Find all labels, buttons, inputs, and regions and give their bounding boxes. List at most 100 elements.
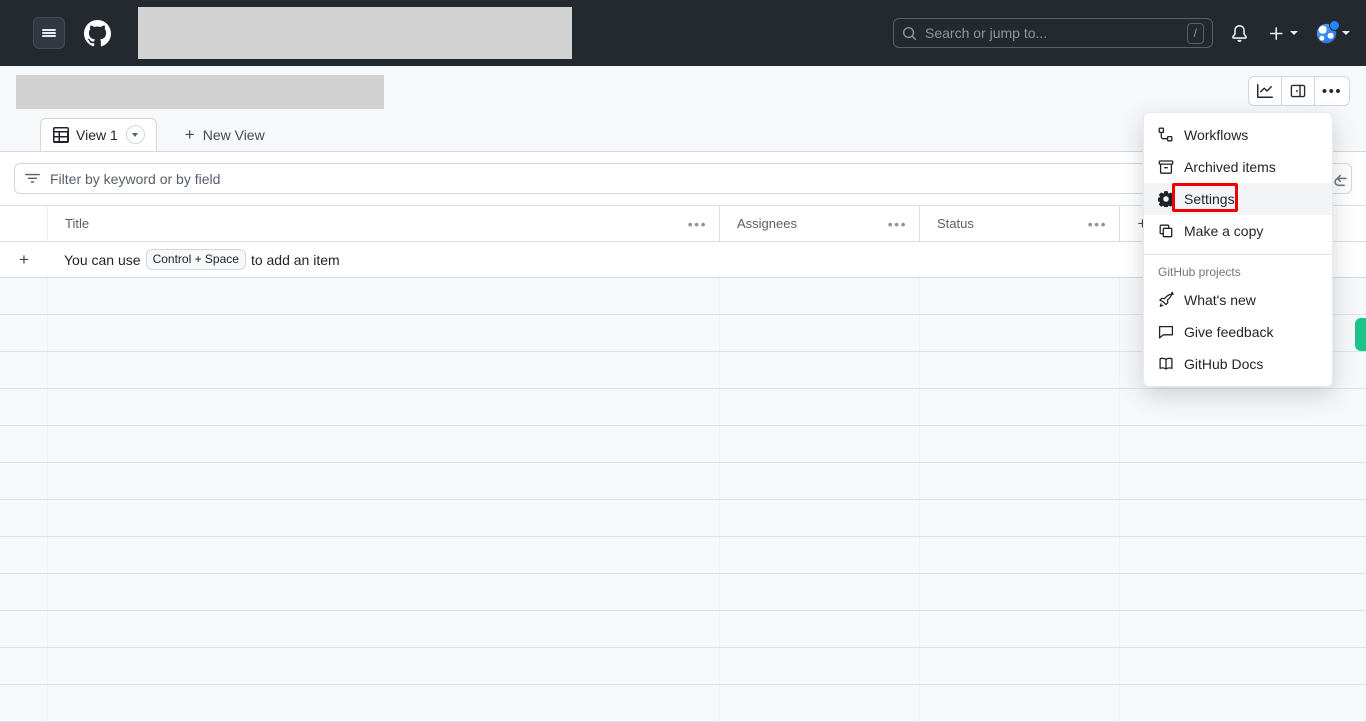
insights-button[interactable]	[1249, 77, 1282, 105]
tab-options-button[interactable]	[125, 125, 145, 144]
tab-view-1[interactable]: View 1	[40, 118, 157, 151]
search-input[interactable]: Search or jump to... /	[893, 18, 1213, 48]
row-gutter	[0, 574, 48, 610]
row-gutter	[0, 611, 48, 647]
menu-item-archived-items[interactable]: Archived items	[1144, 151, 1332, 183]
add-item-plus-icon[interactable]: +	[0, 250, 48, 270]
cell-title[interactable]	[48, 426, 720, 462]
cell-assignees[interactable]	[720, 278, 920, 314]
new-view-button[interactable]: + New View	[171, 118, 279, 151]
cell-status[interactable]	[920, 315, 1120, 351]
cell-status[interactable]	[920, 463, 1120, 499]
cell-status[interactable]	[920, 352, 1120, 388]
cell-status[interactable]	[920, 611, 1120, 647]
table-row[interactable]	[0, 463, 1366, 500]
cell-status[interactable]	[920, 574, 1120, 610]
cell-title[interactable]	[48, 278, 720, 314]
cell-title[interactable]	[48, 685, 720, 721]
cell-assignees[interactable]	[720, 463, 920, 499]
gear-icon	[1158, 191, 1174, 207]
toggle-sidebar-button[interactable]	[1282, 77, 1315, 105]
hamburger-menu-icon[interactable]	[33, 17, 65, 49]
kebab-horizontal-icon[interactable]: •••	[1088, 217, 1107, 231]
workflow-icon	[1158, 127, 1174, 143]
kebab-horizontal-icon[interactable]: •••	[688, 217, 707, 231]
kebab-horizontal-icon[interactable]: •••	[888, 217, 907, 231]
cell-assignees[interactable]	[720, 352, 920, 388]
cell-assignees[interactable]	[720, 685, 920, 721]
bell-icon[interactable]	[1231, 24, 1248, 42]
avatar-menu-button[interactable]	[1316, 19, 1350, 44]
row-gutter	[0, 315, 48, 351]
cell-title[interactable]	[48, 648, 720, 684]
menu-item-workflows[interactable]: Workflows	[1144, 119, 1332, 151]
menu-section-label: GitHub projects	[1158, 265, 1241, 279]
project-options-menu: Workflows Archived items Settings Make a	[1143, 112, 1333, 387]
archive-icon	[1158, 159, 1174, 175]
column-header-title[interactable]: Title •••	[48, 206, 720, 241]
menu-item-make-a-copy[interactable]: Make a copy	[1144, 215, 1332, 247]
cell-title[interactable]	[48, 315, 720, 351]
table-row[interactable]	[0, 389, 1366, 426]
column-header-status[interactable]: Status •••	[920, 206, 1120, 241]
cell-title[interactable]	[48, 389, 720, 425]
table-row[interactable]	[0, 574, 1366, 611]
menu-item-github-docs[interactable]: GitHub Docs	[1144, 348, 1332, 380]
cell-assignees[interactable]	[720, 389, 920, 425]
cell-status[interactable]	[920, 278, 1120, 314]
menu-item-settings[interactable]: Settings	[1144, 183, 1332, 215]
cell-assignees[interactable]	[720, 648, 920, 684]
table-row[interactable]	[0, 426, 1366, 463]
table-row[interactable]	[0, 648, 1366, 685]
cell-status[interactable]	[920, 389, 1120, 425]
column-header-assignees[interactable]: Assignees •••	[720, 206, 920, 241]
row-gutter	[0, 537, 48, 573]
menu-item-label: Give feedback	[1184, 324, 1274, 340]
global-header: Search or jump to... /	[0, 0, 1366, 66]
sidebar-expand-icon	[1290, 84, 1306, 98]
cell-assignees[interactable]	[720, 574, 920, 610]
table-row[interactable]	[0, 611, 1366, 648]
cell-status[interactable]	[920, 537, 1120, 573]
add-item-hint: You can use Control + Space to add an it…	[48, 249, 340, 270]
rocket-icon	[1158, 292, 1174, 308]
create-new-button[interactable]	[1268, 25, 1298, 42]
column-label: Status	[937, 216, 974, 231]
table-row[interactable]	[0, 500, 1366, 537]
cell-assignees[interactable]	[720, 611, 920, 647]
row-gutter	[0, 500, 48, 536]
github-logo-icon[interactable]	[81, 17, 113, 49]
kebab-horizontal-icon: •••	[1321, 82, 1343, 100]
cell-status[interactable]	[920, 426, 1120, 462]
cell-title[interactable]	[48, 500, 720, 536]
table-icon	[53, 126, 69, 143]
plus-icon	[1269, 26, 1283, 40]
menu-item-give-feedback[interactable]: Give feedback	[1144, 316, 1332, 348]
row-gutter	[0, 426, 48, 462]
chevron-down-icon	[1290, 31, 1298, 35]
cell-title[interactable]	[48, 463, 720, 499]
cell-title[interactable]	[48, 611, 720, 647]
cell-title[interactable]	[48, 574, 720, 610]
cell-assignees[interactable]	[720, 426, 920, 462]
book-icon	[1158, 356, 1174, 372]
cell-assignees[interactable]	[720, 537, 920, 573]
row-gutter	[0, 389, 48, 425]
cell-status[interactable]	[920, 648, 1120, 684]
cell-title[interactable]	[48, 537, 720, 573]
table-row[interactable]	[0, 537, 1366, 574]
project-menu-button[interactable]: •••	[1315, 77, 1349, 105]
chevron-down-icon	[132, 132, 139, 137]
table-row[interactable]	[0, 685, 1366, 722]
cell-status[interactable]	[920, 500, 1120, 536]
cell-assignees[interactable]	[720, 315, 920, 351]
tab-label: View 1	[76, 126, 118, 143]
cell-title[interactable]	[48, 352, 720, 388]
hint-text-after: to add an item	[250, 251, 340, 268]
row-gutter-header	[0, 206, 48, 241]
menu-item-whats-new[interactable]: What's new	[1144, 284, 1332, 316]
cell-assignees[interactable]	[720, 500, 920, 536]
cell-status[interactable]	[920, 685, 1120, 721]
row-gutter	[0, 352, 48, 388]
toast-notification-sliver	[1355, 318, 1366, 351]
